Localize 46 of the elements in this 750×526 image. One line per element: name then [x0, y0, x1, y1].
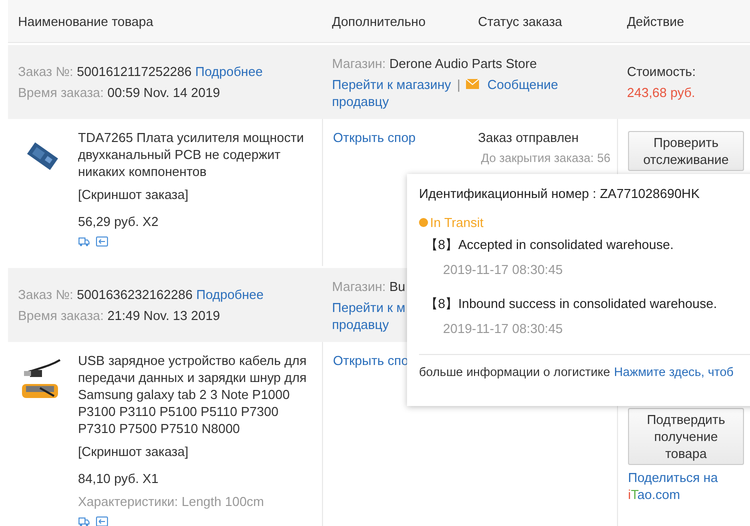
logistics-link[interactable]: Нажмите здесь, чтоб [614, 365, 734, 379]
envelope-icon [466, 78, 480, 88]
order-screenshot-link[interactable]: [Скриншот заказа] [78, 443, 314, 460]
details-link[interactable]: Подробнее [195, 64, 263, 79]
action-button[interactable]: Подтвердить получение товара [628, 408, 744, 465]
action-button[interactable]: Проверить отслеживание [628, 131, 744, 171]
message-seller-link[interactable]: продавцу [332, 316, 389, 332]
cost-label: Стоимость: [627, 63, 697, 80]
product-title[interactable]: TDA7265 Плата усилителя мощности двухканальный PCB не содержит никаких компонентов [78, 129, 314, 180]
event-time: 2019-11-17 08:30:45 [443, 321, 564, 336]
column-header: Наименование товара [17, 14, 154, 28]
tracking-event: 【8】Accepted in consolidated warehouse. [425, 236, 675, 254]
product-price: 84,10 руб. X1 [78, 470, 160, 487]
tracking-number: Идентификационный номер : ZA771028690HK [419, 186, 701, 201]
order-status: Заказ отправлен [478, 129, 580, 146]
separator: | [457, 76, 460, 92]
tracking-status: In Transit [430, 215, 484, 230]
truck-icon[interactable] [78, 236, 90, 247]
order-number: Заказ №: 5001612117252286 [18, 64, 192, 79]
open-dispute-link[interactable]: Открыть спор [333, 129, 458, 146]
column-header: Статус заказа [477, 14, 564, 28]
shop-name: Магазин: Derone Audio Parts Store [332, 56, 537, 70]
order-screenshot-link[interactable]: [Скриншот заказа] [78, 186, 314, 203]
status-dot [419, 218, 428, 227]
column-header: Действие [626, 14, 686, 28]
store-link[interactable]: Перейти к магазину [332, 76, 452, 92]
share-link[interactable]: Поделиться на iTao.com [628, 469, 740, 503]
event-time: 2019-11-17 08:30:45 [443, 262, 564, 277]
column-header: Дополнительно [331, 14, 427, 28]
order-cost: 243,68 руб. [627, 84, 696, 101]
order-time: Время заказа: 21:49 Nov. 13 2019 [18, 308, 220, 323]
return-icon[interactable] [96, 516, 108, 526]
order-number: Заказ №: 5001636232162286 [18, 287, 193, 302]
order-time: Время заказа: 00:59 Nov. 14 2019 [18, 85, 220, 100]
logistics-info-text: больше информации о логистике [419, 365, 610, 379]
product-specs: Характеристики: Length 100cm [78, 493, 266, 510]
return-icon[interactable] [96, 236, 108, 247]
message-seller-link[interactable]: Сообщение [487, 76, 558, 92]
details-link[interactable]: Подробнее [196, 287, 264, 302]
shop-name: Магазин: Bu [332, 278, 406, 294]
product-title[interactable]: USB зарядное устройство кабель для передачи данных и зарядки шнур для Samsung galaxy tab 2 3 Note P1000 P3100 P3110 P5100 P5110 P7300 P7310 P7500 P7510 N8000 [78, 352, 314, 437]
tracking-event: 【8】Inbound success in consolidated warehouse. [425, 295, 718, 313]
store-link[interactable]: Перейти к м [332, 300, 406, 314]
truck-icon[interactable] [78, 516, 90, 526]
product-price: 56,29 руб. X2 [78, 213, 160, 230]
message-seller-link[interactable]: продавцу [332, 92, 389, 110]
